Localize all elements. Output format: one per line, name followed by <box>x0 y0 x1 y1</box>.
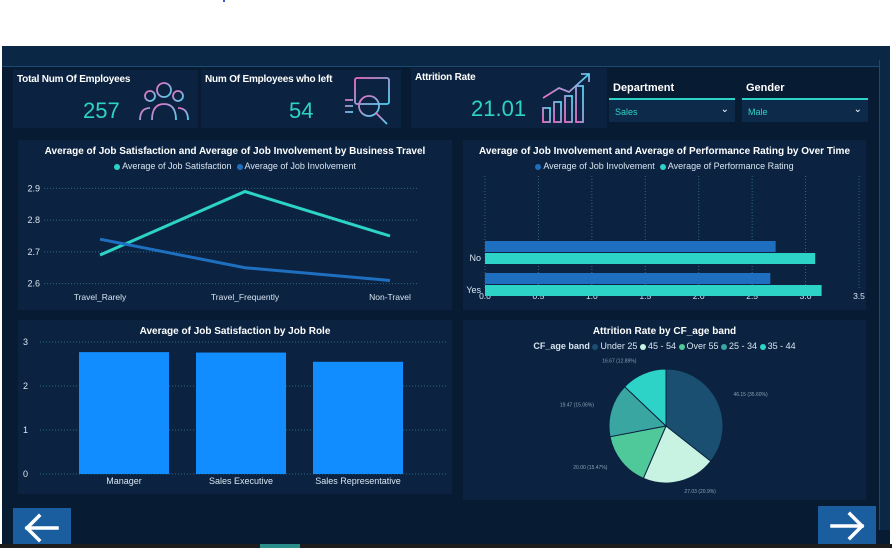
arrow-right-icon <box>830 511 865 541</box>
chevron-down-icon: ⌄ <box>720 104 729 115</box>
kpi-employees-left: Num Of Employees who left 54 <box>201 70 401 128</box>
role-column-chart: 0 1 2 3 Manager Sales Executive Sales Represen… <box>23 337 446 486</box>
y-tick-label: 2.8 <box>27 215 40 225</box>
kpi-title: Total Num Of Employees <box>17 74 131 85</box>
y-tick-label: 2.7 <box>27 247 40 257</box>
travel-line-chart-panel: Average of Job Satisfaction and Average … <box>18 140 452 310</box>
kpi-value: 257 <box>83 98 120 123</box>
kpi-value: 21.01 <box>471 96 527 121</box>
travel-line-chart: 2.6 2.7 2.8 2.9 Travel_Rarely Travel_Frequent… <box>27 183 418 302</box>
scrollbar-thumb[interactable] <box>260 544 300 548</box>
series-line <box>99 189 391 257</box>
top-left-dot <box>223 0 225 2</box>
y-tick-label: 2.9 <box>27 183 40 193</box>
back-button[interactable] <box>13 508 71 548</box>
age-pie-chart-panel: Attrition Rate by CF_age band CF_age ban… <box>463 320 866 500</box>
dashboard-right-frame <box>879 60 890 530</box>
people-icon <box>139 82 189 123</box>
kpi-title: Num Of Employees who left <box>205 74 333 85</box>
data-label: 16.67 (12.89%) <box>602 359 637 365</box>
y-tick-label: No <box>469 253 481 263</box>
y-tick-label: 0 <box>23 469 28 479</box>
gender-dropdown[interactable]: Male ⌄ <box>742 98 868 122</box>
data-label: 27.03 (20.9%) <box>684 489 716 495</box>
x-tick-label: Non-Travel <box>369 292 411 302</box>
horizontal-scrollbar[interactable] <box>0 544 892 548</box>
data-label: 46.15 (35.60%) <box>733 392 768 398</box>
dashboard-canvas: Total Num Of Employees 257 Num Of Employ… <box>2 46 890 546</box>
dropdown-value: Male <box>748 107 768 117</box>
age-pie-chart: 46.15 (35.60%) 27.03 (20.9%) 20.00 (15.47%… <box>560 359 768 495</box>
x-tick-label: Travel_Rarely <box>74 292 127 302</box>
y-tick-label: 2 <box>23 381 28 391</box>
department-dropdown[interactable]: Sales ⌄ <box>609 98 735 122</box>
data-label: 20.00 (15.47%) <box>573 465 608 471</box>
bar <box>196 352 286 474</box>
overtime-bar-chart-panel: Average of Job Involvement and Average o… <box>463 140 866 310</box>
bar-growth-icon <box>542 73 590 123</box>
bar <box>485 241 776 252</box>
y-tick-label: Yes <box>466 285 481 295</box>
next-button[interactable] <box>818 506 876 546</box>
x-tick-label: Travel_Frequently <box>211 292 280 302</box>
bar <box>485 253 816 264</box>
slicer-gender[interactable]: Gender Male ⌄ <box>742 80 868 124</box>
kpi-title: Attrition Rate <box>415 72 476 83</box>
chevron-down-icon: ⌄ <box>853 104 862 115</box>
kpi-value: 54 <box>289 98 314 123</box>
bar <box>79 352 169 474</box>
role-column-chart-panel: Average of Job Satisfaction by Job Role … <box>18 320 452 494</box>
kpi-attrition-rate: Attrition Rate 21.01 <box>411 68 607 128</box>
y-tick-label: 2.6 <box>27 279 40 289</box>
slicer-label: Gender <box>746 82 785 94</box>
y-tick-label: 3 <box>23 337 28 347</box>
slicer-label: Department <box>613 82 675 94</box>
slicer-department[interactable]: Department Sales ⌄ <box>609 80 735 124</box>
y-tick-label: 1 <box>23 425 28 435</box>
x-tick-label: Sales Executive <box>209 476 273 486</box>
arrow-left-icon <box>24 513 59 543</box>
bar <box>485 273 771 284</box>
magnifier-chart-icon <box>345 77 390 125</box>
x-tick-label: Manager <box>106 476 142 486</box>
kpi-total-employees: Total Num Of Employees 257 <box>13 70 198 128</box>
x-tick-label: 3.5 <box>853 291 865 301</box>
dropdown-value: Sales <box>615 107 638 117</box>
bar <box>485 285 822 296</box>
dashboard-header-bar <box>2 46 890 67</box>
bar <box>313 361 403 474</box>
series-line <box>99 237 391 282</box>
overtime-bar-chart: 0.00.51.01.52.02.53.03.5NoYes <box>466 176 865 301</box>
x-tick-label: Sales Representative <box>315 476 401 486</box>
data-label: 19.47 (15.06%) <box>560 403 595 409</box>
